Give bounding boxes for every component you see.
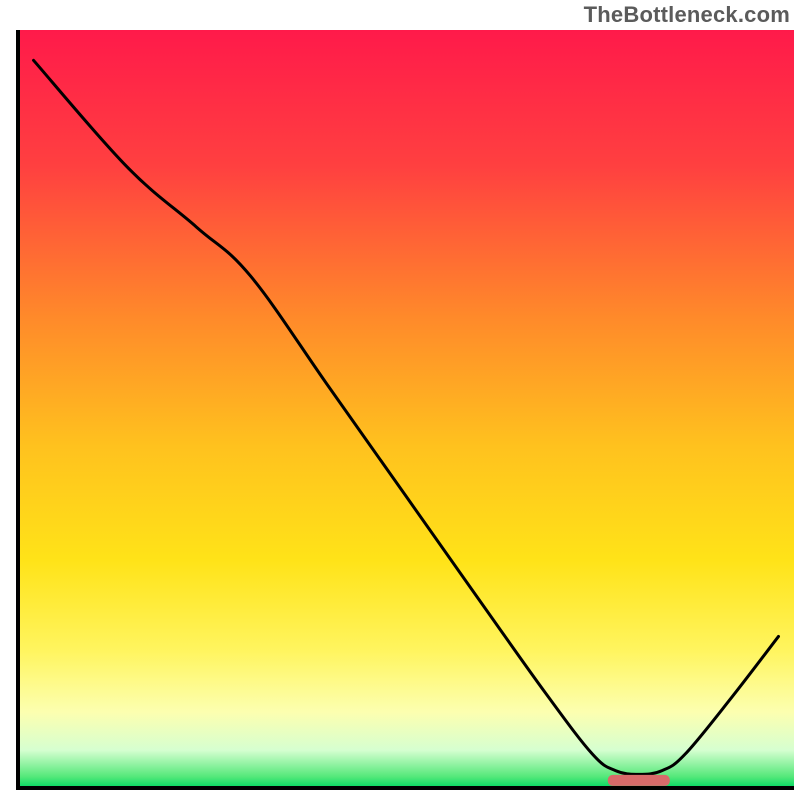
bottleneck-chart-svg <box>0 0 800 800</box>
optimum-marker <box>608 775 670 786</box>
chart-stage: TheBottleneck.com <box>0 0 800 800</box>
gradient-background <box>18 30 794 788</box>
